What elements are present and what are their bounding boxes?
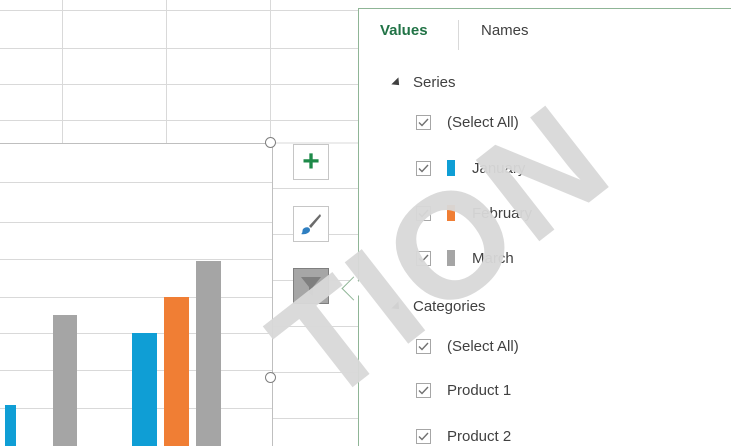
collapse-triangle-icon bbox=[391, 300, 403, 313]
paintbrush-icon bbox=[301, 214, 321, 235]
series-color-swatch bbox=[447, 250, 455, 266]
chart-styles-button[interactable] bbox=[293, 206, 329, 242]
series-select-all-row[interactable]: (Select All) bbox=[416, 111, 519, 133]
checkbox-checked-icon[interactable] bbox=[416, 160, 431, 176]
plus-icon: + bbox=[302, 145, 320, 178]
checkbox-checked-icon[interactable] bbox=[416, 338, 431, 354]
checkbox-checked-icon[interactable] bbox=[416, 428, 431, 444]
series-color-swatch bbox=[447, 205, 455, 221]
series-march-label: March bbox=[472, 249, 514, 267]
funnel-icon bbox=[301, 277, 321, 296]
tab-divider bbox=[458, 20, 459, 50]
categories-select-all-label: (Select All) bbox=[447, 337, 519, 355]
series-select-all-label: (Select All) bbox=[447, 113, 519, 131]
categories-select-all-row[interactable]: (Select All) bbox=[416, 335, 519, 357]
bar-product2-march[interactable] bbox=[53, 315, 77, 446]
chart-filters-button[interactable] bbox=[293, 268, 329, 304]
series-march-row[interactable]: March bbox=[416, 247, 514, 269]
series-february-label: February bbox=[472, 204, 533, 222]
bar-product3-february[interactable] bbox=[164, 297, 189, 446]
category-product1-row[interactable]: Product 1 bbox=[416, 379, 511, 401]
tab-values[interactable]: Values bbox=[380, 22, 428, 39]
chart-resize-handle-right[interactable] bbox=[265, 372, 276, 383]
checkbox-checked-icon[interactable] bbox=[416, 250, 431, 266]
checkbox-checked-icon[interactable] bbox=[416, 114, 431, 130]
excel-window: + Values Names Series (Select All) Janua… bbox=[0, 0, 731, 446]
category-product2-row[interactable]: Product 2 bbox=[416, 425, 511, 446]
chart-gridline bbox=[0, 222, 272, 223]
checkbox-checked-icon[interactable] bbox=[416, 382, 431, 398]
category-product2-label: Product 2 bbox=[447, 427, 512, 445]
section-series-label: Series bbox=[413, 74, 456, 91]
chart-resize-handle-top-right[interactable] bbox=[265, 137, 276, 148]
chart-elements-button[interactable]: + bbox=[293, 144, 329, 180]
series-february-row[interactable]: February bbox=[416, 202, 532, 224]
checkbox-checked-icon[interactable] bbox=[416, 205, 431, 221]
chart-area[interactable] bbox=[0, 143, 273, 446]
bar-product3-january[interactable] bbox=[132, 333, 157, 446]
collapse-triangle-icon bbox=[391, 76, 403, 89]
series-january-label: January bbox=[472, 159, 526, 177]
category-product1-label: Product 1 bbox=[447, 381, 512, 399]
series-color-swatch bbox=[447, 160, 455, 176]
bar-product1-january[interactable] bbox=[5, 405, 16, 446]
tab-names[interactable]: Names bbox=[481, 22, 529, 39]
section-categories-header[interactable]: Categories bbox=[391, 298, 486, 315]
bar-product3-march[interactable] bbox=[196, 261, 221, 446]
chart-gridline bbox=[0, 297, 272, 298]
section-categories-label: Categories bbox=[413, 298, 486, 315]
chart-gridline bbox=[0, 259, 272, 260]
section-series-header[interactable]: Series bbox=[391, 74, 456, 91]
series-january-row[interactable]: January bbox=[416, 157, 525, 179]
chart-gridline bbox=[0, 182, 272, 183]
